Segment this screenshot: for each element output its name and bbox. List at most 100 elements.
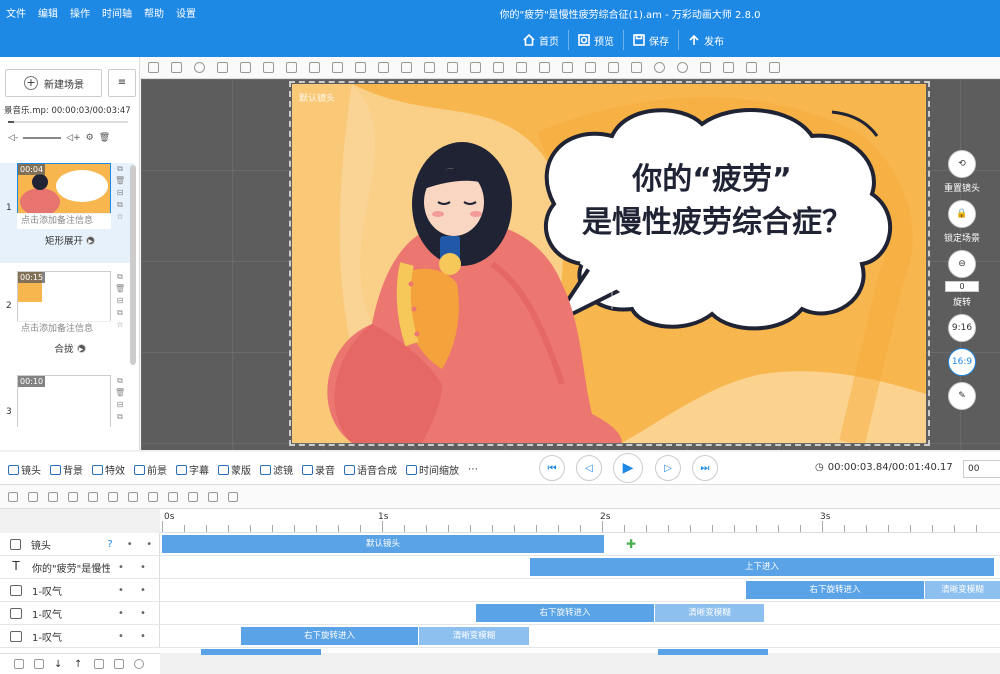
tool-record[interactable]: 录音 — [302, 462, 335, 477]
split-icon[interactable] — [188, 491, 198, 502]
track-row[interactable]: T你的"疲劳"是慢性疲劳•• 上下进入 — [0, 556, 1000, 579]
distribute-h-icon[interactable] — [539, 62, 550, 73]
publish-button[interactable]: 发布 — [678, 30, 733, 50]
scene-side-tools[interactable]: ⧉ 🗑 ⊟ ⧉ ☆ — [115, 163, 125, 223]
scene-side-tools[interactable]: ⧉ 🗑 ⊟ ⧉ — [115, 375, 125, 423]
play-button[interactable]: ▶ — [613, 453, 643, 483]
cut-icon[interactable] — [263, 62, 274, 73]
timeline-ruler[interactable]: 0s 1s 2s 3s — [160, 509, 1000, 533]
camera-frame-icon[interactable] — [48, 491, 58, 502]
scene-scrollbar[interactable] — [130, 165, 136, 365]
timeline-clip[interactable]: 上下进入 — [530, 558, 994, 576]
undo-icon[interactable] — [769, 62, 780, 73]
move-up-icon[interactable]: ↑ — [74, 659, 84, 670]
ratio-9-16-button[interactable]: 9:16 — [948, 314, 976, 342]
tool-subtitle[interactable]: 字幕 — [176, 462, 209, 477]
step-forward-button[interactable]: ▷ — [655, 455, 681, 481]
align-bottom-icon[interactable] — [516, 62, 527, 73]
play-icon[interactable]: ▶ — [76, 344, 86, 353]
paste-icon[interactable] — [240, 62, 251, 73]
align-left-icon[interactable] — [401, 62, 412, 73]
music-progress[interactable] — [8, 121, 128, 123]
delete-track-icon[interactable] — [94, 659, 104, 669]
track-dot[interactable]: • — [132, 562, 154, 573]
scene-transition[interactable]: 合拢 ▶ — [17, 341, 111, 355]
canvas-area[interactable]: 你的“疲劳” 是慢性疲劳综合症？ 默认镜头 — [141, 79, 1000, 529]
clipboard-icon[interactable] — [746, 62, 757, 73]
timeline-clip[interactable]: 清晰变模糊 — [655, 604, 764, 622]
next-scene-button[interactable]: ⏭ — [692, 455, 718, 481]
timeline-zoom[interactable]: 00 — [963, 460, 1000, 478]
preview-button[interactable]: 预览 — [568, 30, 623, 50]
home-button[interactable]: 首页 — [514, 30, 568, 50]
move-down-icon[interactable]: ↓ — [54, 659, 64, 670]
scene-stage[interactable]: 你的“疲劳” 是慢性疲劳综合症？ — [292, 84, 926, 443]
scene-item[interactable]: 3 00:10 ⧉ 🗑 ⊟ ⧉ — [0, 375, 134, 427]
timeline-clip[interactable] — [201, 649, 321, 655]
timeline-clip[interactable]: 右下旋转进入 — [476, 604, 654, 622]
merge-icon[interactable] — [208, 491, 218, 502]
track-row[interactable]: 1-叹气 • • 右下旋转进入 清晰变模糊 — [0, 579, 1000, 602]
sort-icon[interactable]: ≡ — [108, 69, 136, 97]
timeline-clip[interactable]: 右下旋转进入 — [746, 581, 924, 599]
music-delete-icon[interactable]: 🗑 — [99, 133, 110, 143]
music-settings-icon[interactable]: ⚙ — [86, 133, 94, 143]
volume-slider[interactable] — [23, 137, 62, 139]
play-icon[interactable]: ▶ — [86, 236, 95, 245]
align-clips-left-icon[interactable] — [68, 491, 78, 502]
folder-icon[interactable] — [34, 659, 44, 669]
zoom-in-icon[interactable] — [654, 62, 665, 73]
scene-item[interactable]: 2 00:15 点击添加备注信息 合拢 ▶ ⧉ 🗑 ⊟ ⧉ ☆ — [0, 271, 134, 371]
track-dot[interactable]: • — [132, 585, 154, 596]
ratio-16-9-button[interactable]: 16:9 — [948, 348, 976, 376]
distribute-v-icon[interactable] — [562, 62, 573, 73]
track-dot[interactable]: • — [132, 608, 154, 619]
timeline-clip[interactable]: 右下旋转进入 — [241, 627, 418, 645]
rotate-dial[interactable]: ⊖ — [948, 250, 976, 278]
keyframe-icon[interactable] — [8, 491, 18, 502]
lock-track-icon[interactable] — [114, 659, 124, 669]
edit-pen-button[interactable]: ✎ — [948, 382, 976, 410]
new-scene-button[interactable]: + 新建场景 — [5, 69, 102, 97]
copy-icon[interactable] — [217, 62, 228, 73]
scene-thumbnail[interactable]: 00:10 — [17, 375, 111, 427]
timeline-clip[interactable] — [658, 649, 768, 655]
delete-icon[interactable] — [355, 62, 366, 73]
bubble-title-line1[interactable]: 你的“疲劳” — [631, 162, 791, 197]
help-icon[interactable]: ? — [100, 539, 120, 550]
track-row[interactable]: 1-叹气 • • 右下旋转进入 清晰变模糊 — [0, 602, 1000, 625]
track-dot[interactable]: • — [139, 539, 159, 550]
home-view-icon[interactable] — [171, 62, 182, 73]
tool-time-scale[interactable]: 时间缩放 — [406, 462, 459, 477]
scene-side-tools[interactable]: ⧉ 🗑 ⊟ ⧉ ☆ — [115, 271, 125, 331]
lock-scene-button[interactable]: 🔒 — [948, 200, 976, 228]
add-folder-icon[interactable] — [14, 659, 24, 669]
volume-down-icon[interactable]: ◁- — [8, 133, 18, 143]
flip-icon[interactable] — [631, 62, 642, 73]
more-tools-icon[interactable]: ⋯ — [468, 462, 478, 477]
duplicate-icon[interactable] — [723, 62, 734, 73]
bubble-title-line2[interactable]: 是慢性疲劳综合症？ — [582, 205, 852, 240]
track-settings-icon[interactable] — [228, 491, 238, 502]
transform-icon[interactable] — [286, 62, 297, 73]
track-dot[interactable]: • — [120, 539, 140, 550]
equal-gap-icon[interactable] — [148, 491, 158, 502]
reset-camera-button[interactable]: ⟲ — [948, 150, 976, 178]
zoom-out-icon[interactable] — [194, 62, 205, 73]
group-icon[interactable] — [332, 62, 343, 73]
scene-note[interactable]: 点击添加备注信息 — [17, 321, 111, 337]
track-dot[interactable]: • — [110, 631, 132, 642]
tool-background[interactable]: 背景 — [50, 462, 83, 477]
track-row[interactable]: 1-叹气 • • 右下旋转进入 清晰变模糊 — [0, 625, 1000, 648]
align-top-icon[interactable] — [470, 62, 481, 73]
same-height-icon[interactable] — [608, 62, 619, 73]
save-button[interactable]: 保存 — [623, 30, 678, 50]
filter-track-icon[interactable] — [28, 491, 38, 502]
add-keyframe-icon[interactable]: ✚ — [626, 537, 636, 551]
snap-icon[interactable] — [168, 491, 178, 502]
timeline-clip[interactable]: 清晰变模糊 — [419, 627, 529, 645]
tool-filter[interactable]: 滤镜 — [260, 462, 293, 477]
lock-all-icon[interactable] — [700, 62, 711, 73]
tool-mask[interactable]: 蒙版 — [218, 462, 251, 477]
track-dot[interactable]: • — [110, 608, 132, 619]
